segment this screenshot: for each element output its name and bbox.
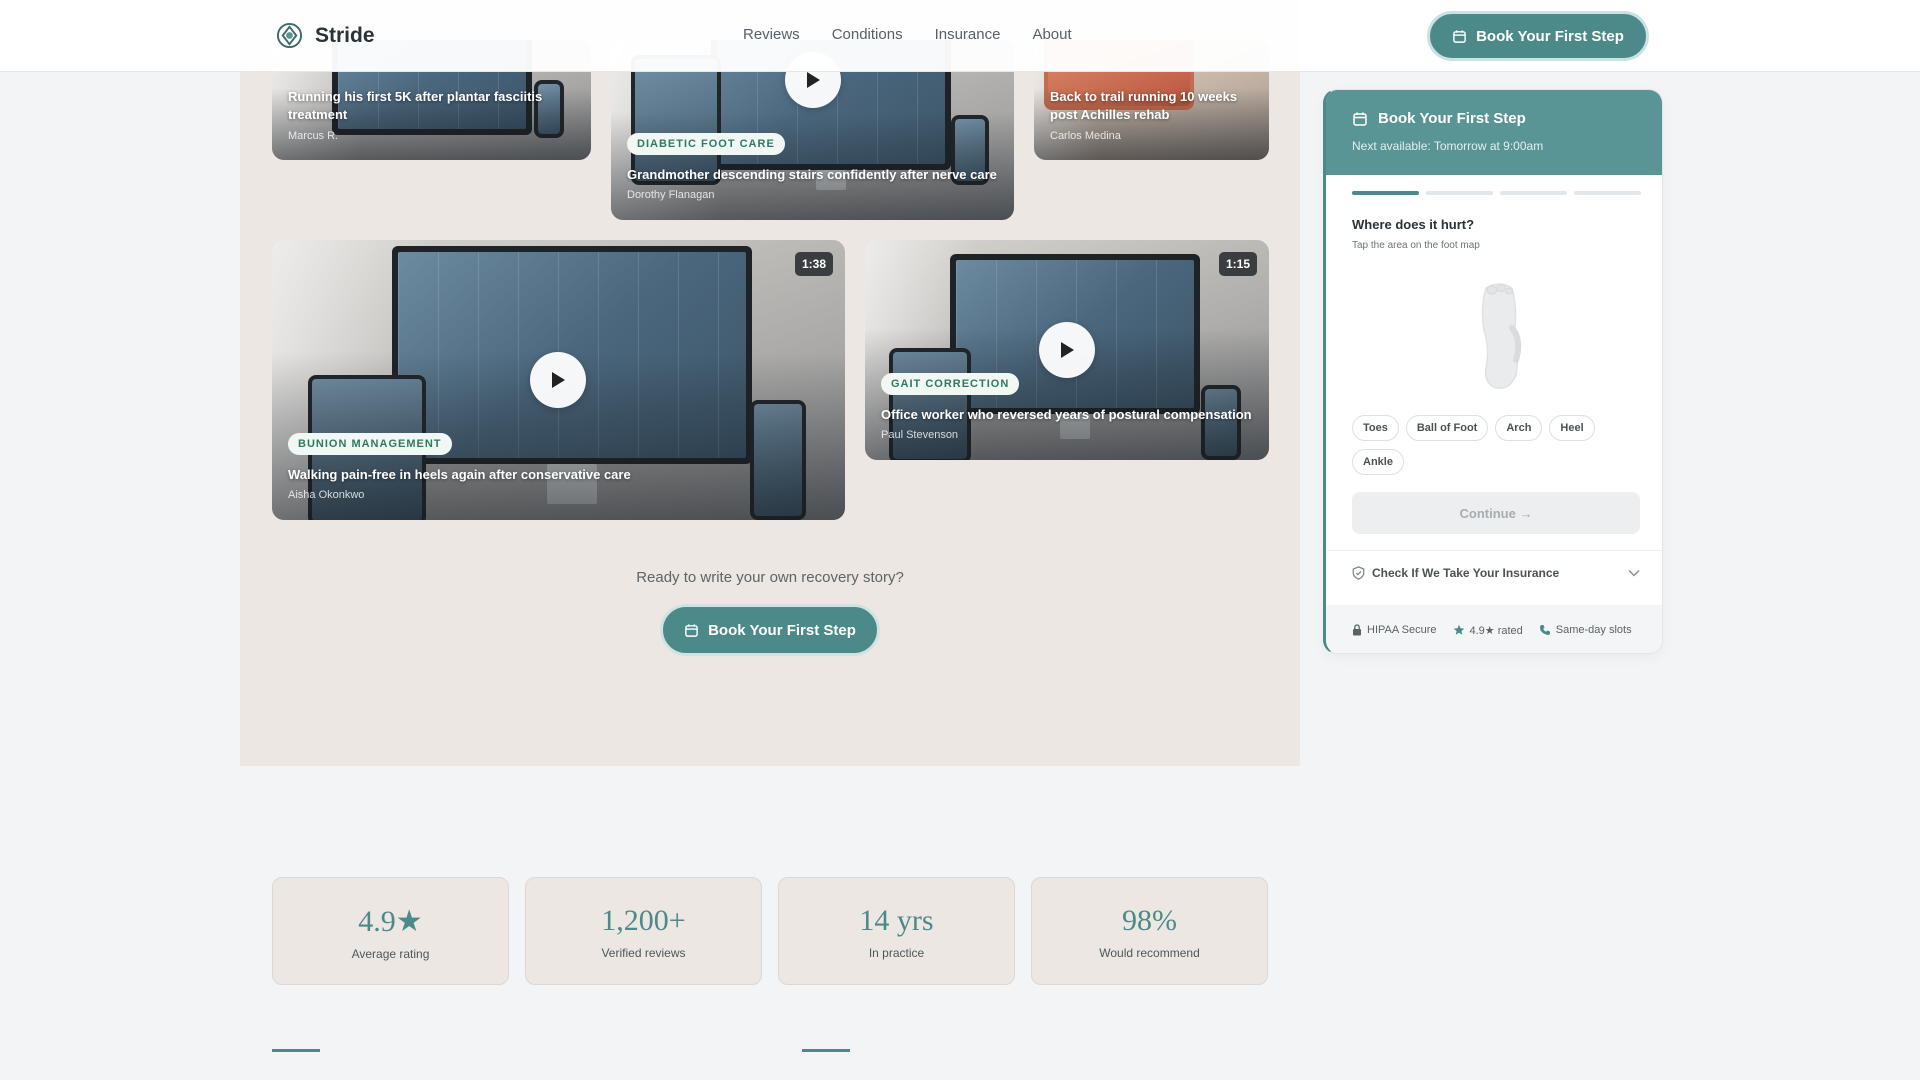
nav-about[interactable]: About xyxy=(1032,26,1071,43)
stat-label: Verified reviews xyxy=(601,946,686,960)
main-nav: Reviews Conditions Insurance About xyxy=(743,26,1072,43)
brand-name: Stride xyxy=(315,23,375,47)
widget-availability: Next available: Tomorrow at 9:00am xyxy=(1352,139,1544,153)
stat-value: 98% xyxy=(1122,904,1177,937)
stat-card: 98% Would recommend xyxy=(1031,877,1268,985)
video-card[interactable]: 1:38 BUNION MANAGEMENT Walking pain-free… xyxy=(272,240,845,520)
stat-value: 1,200+ xyxy=(601,904,686,937)
stat-value: 14 yrs xyxy=(859,904,934,937)
foot-map[interactable] xyxy=(1466,280,1532,392)
site-header: Stride Reviews Conditions Insurance Abou… xyxy=(0,0,1920,72)
area-chips: Toes Ball of Foot Arch Heel Ankle xyxy=(1352,415,1642,475)
play-icon xyxy=(552,372,565,388)
stat-label: Average rating xyxy=(351,947,430,961)
widget-title: Book Your First Step xyxy=(1378,110,1526,127)
nav-conditions[interactable]: Conditions xyxy=(832,26,903,43)
story-book-button[interactable]: Book Your First Step xyxy=(660,604,880,656)
play-icon xyxy=(1061,342,1074,358)
video-card[interactable]: 1:15 GAIT CORRECTION Office worker who r… xyxy=(865,240,1269,460)
nav-reviews[interactable]: Reviews xyxy=(743,26,800,43)
chip-arch[interactable]: Arch xyxy=(1495,415,1543,441)
video-title: Back to trail running 10 weeks post Achi… xyxy=(1050,89,1238,122)
play-button[interactable] xyxy=(1039,322,1095,378)
video-title: Office worker who reversed years of post… xyxy=(881,407,1252,422)
video-duration: 1:38 xyxy=(794,252,833,276)
chip-ankle[interactable]: Ankle xyxy=(1352,449,1404,475)
shield-icon xyxy=(1352,566,1365,580)
section-accent-line xyxy=(802,1049,850,1052)
calendar-icon xyxy=(685,623,698,637)
stat-card: 4.9★ Average rating xyxy=(272,877,509,985)
video-title: Walking pain-free in heels again after c… xyxy=(288,467,631,482)
chip-ball-of-foot[interactable]: Ball of Foot xyxy=(1405,415,1489,441)
progress-step xyxy=(1352,191,1419,195)
video-author: Carlos Medina xyxy=(1050,130,1121,142)
chevron-down-icon xyxy=(1628,569,1640,577)
star-icon xyxy=(1453,624,1464,635)
section-accent-line xyxy=(272,1049,320,1052)
insurance-check-label: Check If We Take Your Insurance xyxy=(1372,566,1560,580)
step-hint: Tap the area on the foot map xyxy=(1352,240,1480,251)
stat-label: Would recommend xyxy=(1099,946,1200,960)
calendar-icon xyxy=(1453,29,1466,43)
video-tag: BUNION MANAGEMENT xyxy=(288,433,452,455)
stat-label: In practice xyxy=(868,946,925,960)
play-icon xyxy=(807,72,820,88)
video-title: Grandmother descending stairs confidentl… xyxy=(627,167,997,182)
video-duration: 1:15 xyxy=(1218,252,1257,276)
trust-hipaa: HIPAA Secure xyxy=(1352,624,1437,636)
trust-hipaa-label: HIPAA Secure xyxy=(1367,624,1437,636)
trust-rating-label: 4.9★ rated xyxy=(1469,624,1523,637)
chip-toes[interactable]: Toes xyxy=(1352,415,1399,441)
brand-logo[interactable]: Stride xyxy=(276,22,375,49)
booking-widget: Book Your First Step Next available: Tom… xyxy=(1323,89,1663,654)
continue-button[interactable]: Continue → xyxy=(1352,492,1640,534)
story-book-label: Book Your First Step xyxy=(708,621,856,639)
progress-step xyxy=(1500,191,1567,195)
video-author: Aisha Okonkwo xyxy=(288,489,365,501)
widget-header: Book Your First Step Next available: Tom… xyxy=(1326,90,1662,175)
video-author: Paul Stevenson xyxy=(881,429,959,441)
step-question: Where does it hurt? xyxy=(1352,217,1475,232)
video-tag: GAIT CORRECTION xyxy=(881,373,1020,395)
video-author: Marcus R. xyxy=(288,130,339,142)
nav-insurance[interactable]: Insurance xyxy=(935,26,1001,43)
trust-bar: HIPAA Secure 4.9★ rated Same-day slots xyxy=(1326,605,1662,653)
progress-step xyxy=(1426,191,1493,195)
stat-card: 1,200+ Verified reviews xyxy=(525,877,762,985)
divider xyxy=(1326,550,1662,551)
calendar-icon xyxy=(1353,112,1367,126)
stat-value: 4.9★ xyxy=(358,905,423,938)
stride-logo-icon xyxy=(276,22,303,49)
trust-same-day-label: Same-day slots xyxy=(1555,624,1632,636)
stat-card: 14 yrs In practice xyxy=(778,877,1015,985)
phone-icon xyxy=(1539,625,1550,635)
insurance-check-toggle[interactable]: Check If We Take Your Insurance xyxy=(1352,566,1640,580)
trust-rating: 4.9★ rated xyxy=(1453,624,1523,637)
play-button[interactable] xyxy=(530,352,586,408)
trust-same-day: Same-day slots xyxy=(1539,624,1632,636)
video-author: Dorothy Flanagan xyxy=(627,189,715,201)
header-book-button[interactable]: Book Your First Step xyxy=(1427,11,1649,61)
video-title: Running his first 5K after plantar fasci… xyxy=(288,89,543,122)
progress-step xyxy=(1574,191,1641,195)
chip-heel[interactable]: Heel xyxy=(1549,415,1595,441)
step-progress xyxy=(1352,191,1641,195)
story-prompt: Ready to write your own recovery story? xyxy=(636,569,904,586)
video-tag: DIABETIC FOOT CARE xyxy=(627,133,785,155)
lock-icon xyxy=(1353,624,1361,636)
header-book-label: Book Your First Step xyxy=(1476,27,1624,45)
